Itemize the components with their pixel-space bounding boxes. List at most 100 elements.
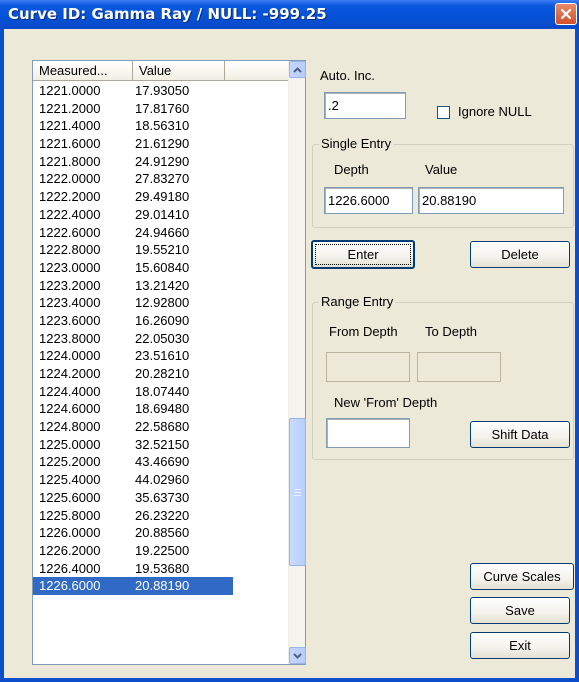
cell-value: 23.51610 <box>135 348 190 364</box>
table-row[interactable]: 1221.2000 17.81760 <box>33 100 289 118</box>
range-entry-legend: Range Entry <box>319 294 396 309</box>
cell-depth: 1223.0000 <box>39 259 101 275</box>
scroll-up-button[interactable] <box>289 61 306 78</box>
to-depth-label: To Depth <box>425 324 478 339</box>
table-row[interactable]: 1224.0000 23.51610 <box>33 347 289 365</box>
column-header-measured[interactable]: Measured... <box>33 61 133 81</box>
cell-depth: 1222.2000 <box>39 189 101 205</box>
depth-input[interactable]: 1226.6000 <box>324 187 413 214</box>
cell-depth: 1221.2000 <box>39 100 101 116</box>
cell-depth: 1226.0000 <box>39 525 101 541</box>
chevron-down-icon <box>293 652 302 659</box>
column-header-empty <box>225 61 289 81</box>
cell-depth: 1223.8000 <box>39 330 101 346</box>
window-title: Curve ID: Gamma Ray / NULL: -999.25 <box>8 5 327 23</box>
cell-value: 18.69480 <box>135 401 190 417</box>
cell-value: 19.22500 <box>135 542 190 558</box>
table-row[interactable]: 1223.8000 22.05030 <box>33 330 289 348</box>
cell-depth: 1226.2000 <box>39 542 101 558</box>
table-row[interactable]: 1222.8000 19.55210 <box>33 241 289 259</box>
to-depth-input[interactable] <box>417 352 501 382</box>
table-row-selected[interactable]: 1226.6000 20.88190 <box>33 577 289 595</box>
cell-depth: 1224.0000 <box>39 348 101 364</box>
cell-depth: 1223.6000 <box>39 312 101 328</box>
table-row[interactable]: 1224.8000 22.58680 <box>33 418 289 436</box>
table-row[interactable]: 1225.8000 26.23220 <box>33 507 289 525</box>
single-entry-group: Single Entry <box>312 136 574 228</box>
save-button[interactable]: Save <box>470 597 570 624</box>
from-depth-label: From Depth <box>329 324 398 339</box>
table-row[interactable]: 1225.4000 44.02960 <box>33 471 289 489</box>
auto-inc-label: Auto. Inc. <box>320 68 375 83</box>
value-input[interactable]: 20.88190 <box>418 187 564 214</box>
cell-value: 12.92800 <box>135 295 190 311</box>
grip-icon <box>294 488 301 496</box>
cell-value: 17.81760 <box>135 100 190 116</box>
cell-value: 19.55210 <box>135 242 190 258</box>
cell-value: 16.26090 <box>135 312 190 328</box>
cell-value: 13.21420 <box>135 277 190 293</box>
table-row[interactable]: 1225.0000 32.52150 <box>33 436 289 454</box>
cell-depth: 1225.8000 <box>39 507 101 523</box>
cell-depth: 1222.0000 <box>39 171 101 187</box>
table-row[interactable]: 1222.0000 27.83270 <box>33 170 289 188</box>
shift-data-button[interactable]: Shift Data <box>470 421 570 448</box>
cell-value: 29.49180 <box>135 189 190 205</box>
table-row[interactable]: 1226.4000 19.53680 <box>33 560 289 578</box>
scroll-down-button[interactable] <box>289 647 306 664</box>
cell-value: 43.46690 <box>135 454 190 470</box>
cell-depth: 1222.8000 <box>39 242 101 258</box>
ignore-null-checkbox[interactable] <box>437 106 450 119</box>
cell-depth: 1224.8000 <box>39 419 101 435</box>
data-list-view[interactable]: Measured... Value 1221.0000 17.93050 1221.… <box>32 60 306 665</box>
title-bar[interactable]: Curve ID: Gamma Ray / NULL: -999.25 <box>0 0 579 29</box>
cell-depth: 1224.4000 <box>39 383 101 399</box>
table-row[interactable]: 1223.4000 12.92800 <box>33 294 289 312</box>
cell-depth: 1225.6000 <box>39 489 101 505</box>
delete-button[interactable]: Delete <box>470 241 570 268</box>
ignore-null-label: Ignore NULL <box>458 104 532 119</box>
cell-value: 15.60840 <box>135 259 190 275</box>
auto-inc-input[interactable]: .2 <box>324 92 406 119</box>
cell-value: 17.93050 <box>135 83 190 98</box>
table-row[interactable]: 1224.6000 18.69480 <box>33 400 289 418</box>
cell-value: 21.61290 <box>135 136 190 152</box>
table-row[interactable]: 1221.8000 24.91290 <box>33 153 289 171</box>
table-row[interactable]: 1225.2000 43.46690 <box>33 453 289 471</box>
new-from-depth-input[interactable] <box>326 418 410 448</box>
scroll-thumb[interactable] <box>289 418 306 566</box>
vertical-scrollbar[interactable] <box>288 61 306 664</box>
cell-depth: 1222.4000 <box>39 206 101 222</box>
table-row[interactable]: 1224.4000 18.07440 <box>33 383 289 401</box>
cell-value: 20.88190 <box>133 577 233 595</box>
table-row[interactable]: 1221.0000 17.93050 <box>33 82 289 100</box>
curve-editor-window: Curve ID: Gamma Ray / NULL: -999.25 Meas… <box>0 0 579 682</box>
table-row[interactable]: 1222.4000 29.01410 <box>33 206 289 224</box>
column-header-value[interactable]: Value <box>133 61 225 81</box>
cell-depth: 1223.4000 <box>39 295 101 311</box>
cell-value: 24.94660 <box>135 224 190 240</box>
cell-value: 35.63730 <box>135 489 190 505</box>
cell-depth: 1221.8000 <box>39 153 101 169</box>
list-header: Measured... Value <box>33 61 289 81</box>
table-row[interactable]: 1223.2000 13.21420 <box>33 277 289 295</box>
table-row[interactable]: 1222.6000 24.94660 <box>33 224 289 242</box>
table-row[interactable]: 1226.2000 19.22500 <box>33 542 289 560</box>
table-row[interactable]: 1222.2000 29.49180 <box>33 188 289 206</box>
table-row[interactable]: 1225.6000 35.63730 <box>33 489 289 507</box>
enter-button[interactable]: Enter <box>311 240 415 269</box>
table-row[interactable]: 1221.6000 21.61290 <box>33 135 289 153</box>
curve-scales-button[interactable]: Curve Scales <box>470 563 574 590</box>
table-row[interactable]: 1223.0000 15.60840 <box>33 259 289 277</box>
value-label: Value <box>425 162 458 177</box>
table-row[interactable]: 1226.0000 20.88560 <box>33 524 289 542</box>
table-row[interactable]: 1221.4000 18.56310 <box>33 117 289 135</box>
depth-label: Depth <box>334 162 369 177</box>
table-row[interactable]: 1223.6000 16.26090 <box>33 312 289 330</box>
close-button[interactable] <box>555 3 577 25</box>
from-depth-input[interactable] <box>326 352 410 382</box>
cell-depth: 1225.0000 <box>39 436 101 452</box>
exit-button[interactable]: Exit <box>470 632 570 659</box>
table-row[interactable]: 1224.2000 20.28210 <box>33 365 289 383</box>
cell-depth: 1225.2000 <box>39 454 101 470</box>
